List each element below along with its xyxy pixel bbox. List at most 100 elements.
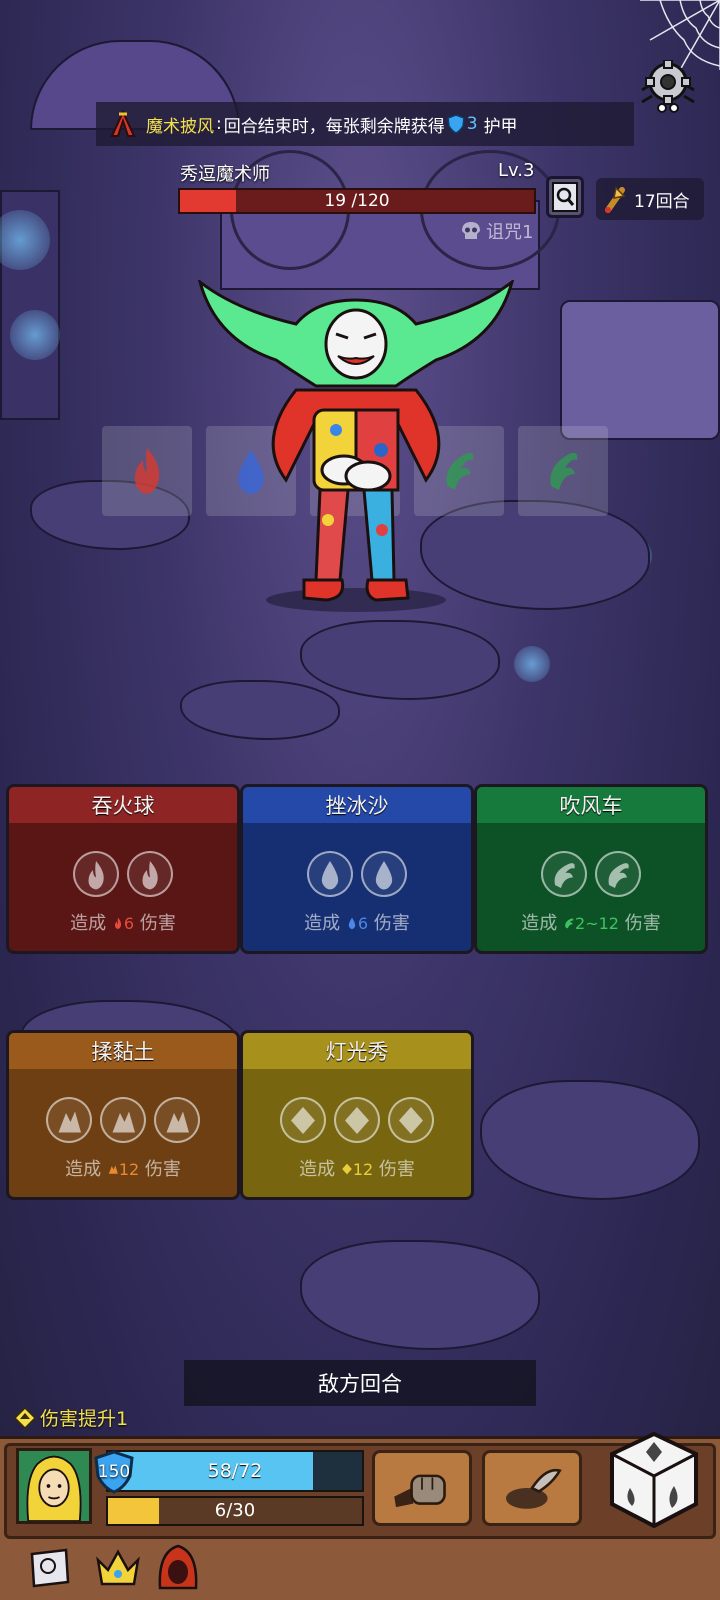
scroll-bell-icon [605, 186, 626, 213]
settings-button[interactable] [638, 59, 698, 114]
player-hp-bar: 58/72 [106, 1450, 364, 1492]
spell-card-fire[interactable]: 吞火球 造成 6 伤害 [6, 784, 240, 954]
fire-icon [135, 448, 160, 494]
round-counter: 17回合 [596, 178, 704, 220]
card-title-bar: 挫冰沙 [243, 787, 471, 823]
card-desc-suffix: 伤害 [144, 1159, 181, 1180]
dice-slot[interactable] [73, 851, 119, 897]
player-armor-value: 150 [97, 1462, 131, 1482]
card-damage-value: 2~12 [575, 914, 619, 933]
player-energy-bar: 6/30 [106, 1496, 364, 1526]
dice-slot[interactable] [154, 1097, 200, 1143]
card-title: 灯光秀 [325, 1040, 389, 1064]
card-desc-prefix: 造成 [521, 913, 558, 934]
background-pillar [560, 300, 720, 440]
skill-button-dig[interactable] [482, 1450, 582, 1526]
dice-slot[interactable] [307, 851, 353, 897]
turn-label: 敌方回合 [318, 1372, 402, 1396]
card-title-bar: 吹风车 [477, 787, 705, 823]
player-energy-text: 6/30 [214, 1500, 256, 1521]
card-damage-value: 12 [352, 1160, 374, 1179]
crown-icon[interactable] [92, 1542, 144, 1594]
magnifier-icon [552, 182, 578, 212]
water-small-icon [348, 917, 356, 929]
spell-card-earth[interactable]: 揉黏土造成 12 伤害 [6, 1030, 240, 1200]
fire-icon [142, 860, 158, 889]
relic-description-banner: 魔术披风 : 回合结束时，每张剩余牌获得 3 护甲 [96, 102, 634, 146]
dice-slot[interactable] [361, 851, 407, 897]
dice-slot[interactable] [280, 1097, 326, 1143]
spell-card-light[interactable]: 灯光秀造成 12 伤害 [240, 1030, 474, 1200]
card-title-bar: 揉黏土 [9, 1033, 237, 1069]
dice-button[interactable] [606, 1430, 702, 1530]
spell-card-water[interactable]: 挫冰沙 造成 6 伤害 [240, 784, 474, 954]
card-desc-suffix: 伤害 [378, 1159, 415, 1180]
player-avatar [19, 1451, 89, 1521]
dice-slot[interactable] [334, 1097, 380, 1143]
card-description: 造成 12 伤害 [243, 1155, 471, 1181]
card-desc-suffix: 伤害 [373, 913, 410, 934]
card-desc-suffix: 伤害 [624, 913, 661, 934]
fire-icon [88, 860, 104, 889]
spell-card-wind[interactable]: 吹风车造成 2~12 伤害 [474, 784, 708, 954]
card-title: 揉黏土 [91, 1040, 155, 1064]
card-damage-value: 12 [118, 1160, 140, 1179]
dice-slot[interactable] [388, 1097, 434, 1143]
card-desc-suffix: 伤害 [139, 913, 176, 934]
dice-slot[interactable] [127, 851, 173, 897]
enemy-intent-slot [102, 426, 192, 516]
enemy-name: 秀逗魔术师 [180, 164, 270, 185]
cape-relic-icon [110, 109, 136, 137]
clown-magician-enemy[interactable] [196, 280, 516, 620]
buff-label: 伤害提升1 [40, 1408, 129, 1430]
punch-skill-icon [394, 1474, 446, 1508]
card-dice-slots [243, 1097, 471, 1143]
curse-label: 诅咒1 [486, 222, 534, 243]
card-desc-prefix: 造成 [304, 913, 341, 934]
player-hp-text: 58/72 [207, 1460, 263, 1482]
scroll-icon[interactable] [22, 1542, 74, 1594]
enemy-level: Lv.3 [498, 160, 535, 181]
dice-slot[interactable] [595, 851, 641, 897]
enemy-intent-slot [518, 426, 608, 516]
wind-icon [550, 452, 578, 490]
card-desc-prefix: 造成 [70, 913, 107, 934]
wind-small-icon [565, 918, 574, 929]
dice-slot[interactable] [541, 851, 587, 897]
card-title-bar: 灯光秀 [243, 1033, 471, 1069]
dig-skill-icon [506, 1468, 562, 1509]
ground-rock [300, 620, 500, 700]
wind-icon [554, 862, 575, 888]
card-body: 造成 6 伤害 [243, 823, 471, 951]
enemy-hp-text: 19 /120 [324, 191, 390, 211]
skill-button-punch[interactable] [372, 1450, 472, 1526]
card-damage-value: 6 [123, 914, 135, 933]
player-portrait[interactable] [16, 1448, 92, 1524]
hood-icon[interactable] [152, 1542, 204, 1594]
card-dice-slots [9, 851, 237, 897]
earth-icon [58, 1111, 81, 1132]
inspect-enemy-button[interactable] [546, 176, 584, 218]
card-description: 造成 2~12 伤害 [477, 909, 705, 935]
candle-glow [10, 310, 60, 360]
light-icon [291, 1106, 315, 1134]
enemy-turn-banner: 敌方回合 [184, 1360, 536, 1406]
card-body: 造成 6 伤害 [9, 823, 237, 951]
damage-buff-status[interactable]: 伤害提升1 [14, 1404, 128, 1431]
relic-desc-text: 回合结束时，每张剩余牌获得 [223, 116, 445, 137]
dice-slot[interactable] [100, 1097, 146, 1143]
ground-rock [180, 680, 340, 740]
dice-slot[interactable] [46, 1097, 92, 1143]
round-label: 17回合 [634, 191, 690, 212]
earth-icon [166, 1111, 189, 1132]
card-body: 造成 12 伤害 [243, 1069, 471, 1197]
card-body: 造成 2~12 伤害 [477, 823, 705, 951]
light-icon [345, 1106, 369, 1134]
card-body: 造成 12 伤害 [9, 1069, 237, 1197]
card-dice-slots [477, 851, 705, 897]
card-dice-slots [9, 1097, 237, 1143]
earth-icon [112, 1111, 135, 1132]
gear-icon [641, 59, 695, 113]
relic-colon: : [216, 114, 222, 134]
curse-status[interactable]: 诅咒1 [460, 218, 533, 244]
